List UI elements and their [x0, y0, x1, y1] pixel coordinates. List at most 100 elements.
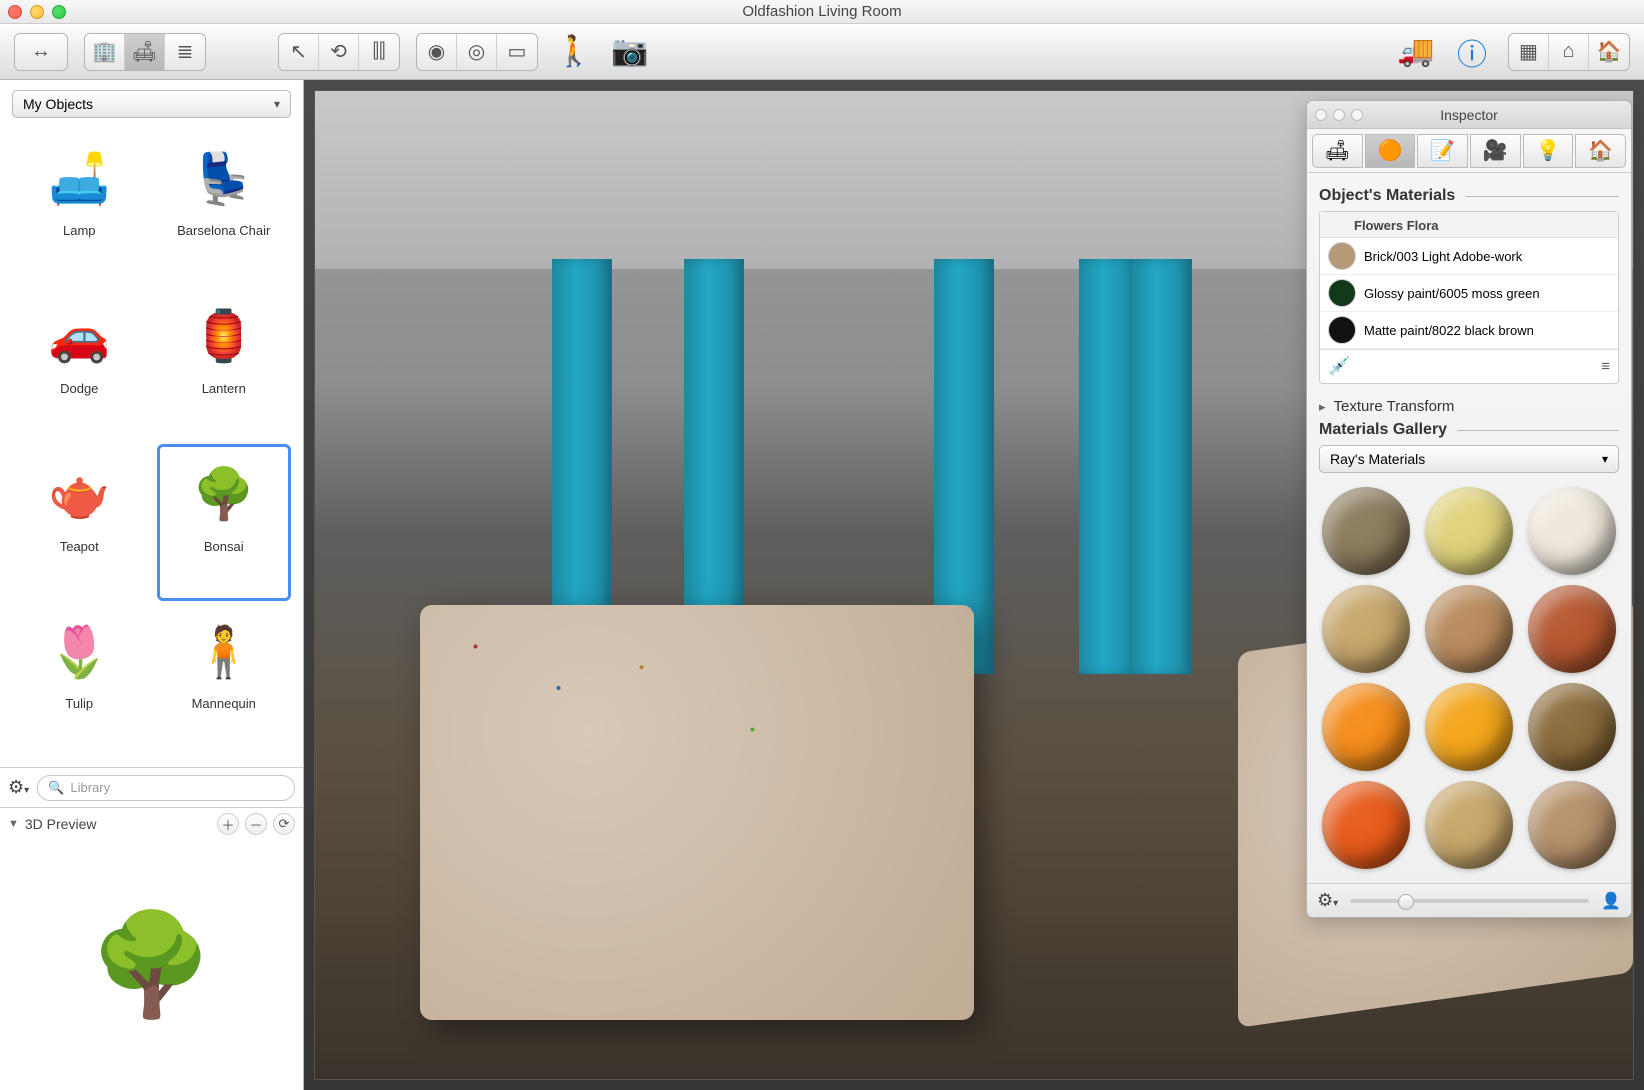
inspector-tab-camera[interactable]: 🎥 [1470, 134, 1521, 168]
object-label: Teapot [60, 539, 99, 554]
inspector-tabs: 🛋 🟠 📝 🎥 💡 🏠 [1307, 129, 1631, 173]
material-swatch-ball[interactable] [1425, 683, 1513, 771]
object-item-dodge[interactable]: 🚗 Dodge [12, 286, 147, 444]
texture-transform-toggle[interactable]: Texture Transform [1319, 398, 1619, 415]
materials-gallery-grid [1319, 479, 1619, 877]
materials-zoom-slider[interactable] [1350, 899, 1589, 903]
material-swatch [1328, 316, 1356, 344]
select-tool-button[interactable]: ↖ [279, 34, 319, 70]
rotate-tool-button[interactable]: ⟲ [319, 34, 359, 70]
objects-grid: 🛋️ Lamp 💺 Barselona Chair 🚗 Dodge 🏮 Lantern 🫖 Tea… [0, 120, 303, 767]
object-item-lantern[interactable]: 🏮 Lantern [157, 286, 292, 444]
zoom-window-button[interactable] [52, 5, 66, 19]
preview-viewport[interactable]: 🌳 [0, 840, 303, 1090]
eyedropper-button[interactable]: 💉 [1328, 356, 1350, 377]
close-window-button[interactable] [8, 5, 22, 19]
materials-gallery-label: Ray's Materials [1330, 451, 1425, 467]
materials-list: Flowers Flora Brick/003 Light Adobe-work… [1319, 211, 1619, 384]
object-item-mannequin[interactable]: 🧍 Mannequin [157, 601, 292, 759]
texture-transform-label: Texture Transform [1334, 398, 1455, 415]
library-gear-icon[interactable]: ⚙▾ [8, 777, 29, 798]
object-label: Lamp [63, 223, 96, 238]
material-swatch-ball[interactable] [1322, 585, 1410, 673]
object-item-bonsai[interactable]: 🌳Bonsai [157, 444, 292, 602]
preview-zoom-in-button[interactable]: ＋ [217, 813, 239, 835]
library-search-input[interactable]: 🔍 Library [37, 775, 295, 801]
minimize-window-button[interactable] [30, 5, 44, 19]
inspector-tab-house[interactable]: 🏠 [1575, 134, 1626, 168]
library-category-dropdown[interactable]: My Objects [12, 90, 291, 118]
import-button[interactable]: 🚚 [1396, 32, 1436, 72]
user-icon[interactable]: 👤 [1601, 891, 1621, 911]
inspector-footer: ⚙▾ 👤 [1307, 883, 1631, 917]
camera-button[interactable]: 📷 [610, 32, 650, 72]
view-home-button[interactable]: 🏠 [1589, 34, 1629, 70]
mode-list-button[interactable]: ≣ [165, 34, 205, 70]
object-thumb-icon: 🫖 [29, 455, 129, 535]
object-label: Tulip [65, 696, 93, 711]
material-swatch-ball[interactable] [1425, 585, 1513, 673]
library-category-label: My Objects [23, 96, 93, 112]
material-row[interactable]: Matte paint/8022 black brown [1320, 312, 1618, 349]
material-name: Matte paint/8022 black brown [1364, 323, 1534, 338]
preview-disclosure-icon[interactable]: ▼ [8, 818, 19, 830]
view-2d-button[interactable]: ▦ [1509, 34, 1549, 70]
object-label: Barselona Chair [177, 223, 270, 238]
preview-zoom-out-button[interactable]: － [245, 813, 267, 835]
mode-furniture-button[interactable]: 🛋 [125, 34, 165, 70]
object-thumb-icon: 💺 [174, 139, 274, 219]
object-label: Mannequin [192, 696, 256, 711]
view-3d-button[interactable]: ⌂ [1549, 34, 1589, 70]
inspector-tab-object[interactable]: 🛋 [1312, 134, 1363, 168]
object-item-barselona-chair[interactable]: 💺 Barselona Chair [157, 128, 292, 286]
objects-materials-heading: Object's Materials [1319, 187, 1619, 205]
material-swatch-ball[interactable] [1528, 683, 1616, 771]
inspector-gear-icon[interactable]: ⚙▾ [1317, 890, 1338, 911]
object-thumb-icon: 🌳 [174, 455, 274, 535]
record-white-button[interactable]: ◉ [417, 34, 457, 70]
nav-arrows-button[interactable]: ↔ [15, 34, 67, 70]
object-item-teapot[interactable]: 🫖 Teapot [12, 444, 147, 602]
object-item-lamp[interactable]: 🛋️ Lamp [12, 128, 147, 286]
inspector-title: Inspector [1307, 107, 1631, 123]
material-name: Brick/003 Light Adobe-work [1364, 249, 1522, 264]
info-button[interactable]: ⓘ [1452, 32, 1492, 72]
inspector-tab-materials[interactable]: 🟠 [1365, 134, 1416, 168]
materials-gallery-dropdown[interactable]: Ray's Materials [1319, 445, 1619, 473]
object-thumb-icon: 🛋️ [29, 139, 129, 219]
material-name: Glossy paint/6005 moss green [1364, 286, 1540, 301]
library-tools: ⚙▾ 🔍 Library [0, 767, 303, 807]
material-swatch-ball[interactable] [1528, 585, 1616, 673]
materials-group-header: Flowers Flora [1320, 212, 1618, 238]
material-swatch [1328, 242, 1356, 270]
mode-building-button[interactable]: 🏢 [85, 34, 125, 70]
inspector-titlebar[interactable]: Inspector [1307, 101, 1631, 129]
material-swatch-ball[interactable] [1322, 781, 1410, 869]
object-thumb-icon: 🏮 [174, 297, 274, 377]
record-square-button[interactable]: ▭ [497, 34, 537, 70]
material-swatch-ball[interactable] [1322, 487, 1410, 575]
object-thumb-icon: 🚗 [29, 297, 129, 377]
inspector-tab-light[interactable]: 💡 [1523, 134, 1574, 168]
material-row[interactable]: Glossy paint/6005 moss green [1320, 275, 1618, 312]
object-label: Lantern [202, 381, 246, 396]
split-tool-button[interactable]: ⫿⫿ [359, 34, 399, 70]
titlebar: Oldfashion Living Room [0, 0, 1644, 24]
walk-button[interactable]: 🚶 [554, 32, 594, 72]
material-swatch-ball[interactable] [1322, 683, 1410, 771]
material-row[interactable]: Brick/003 Light Adobe-work [1320, 238, 1618, 275]
object-item-tulip[interactable]: 🌷Tulip [12, 601, 147, 759]
inspector-tab-edit[interactable]: 📝 [1417, 134, 1468, 168]
preview-refresh-button[interactable]: ⟳ [273, 813, 295, 835]
material-swatch [1328, 279, 1356, 307]
material-swatch-ball[interactable] [1425, 487, 1513, 575]
preview-section: ▼ 3D Preview ＋ － ⟳ 🌳 [0, 807, 303, 1090]
material-swatch-ball[interactable] [1528, 487, 1616, 575]
inspector-panel: Inspector 🛋 🟠 📝 🎥 💡 🏠 Object's Materials… [1306, 100, 1632, 918]
material-swatch-ball[interactable] [1528, 781, 1616, 869]
record-gray-button[interactable]: ◎ [457, 34, 497, 70]
object-thumb-icon: 🧍 [174, 612, 274, 692]
materials-menu-icon[interactable]: ≡ [1601, 358, 1610, 375]
object-label: Dodge [60, 381, 98, 396]
material-swatch-ball[interactable] [1425, 781, 1513, 869]
